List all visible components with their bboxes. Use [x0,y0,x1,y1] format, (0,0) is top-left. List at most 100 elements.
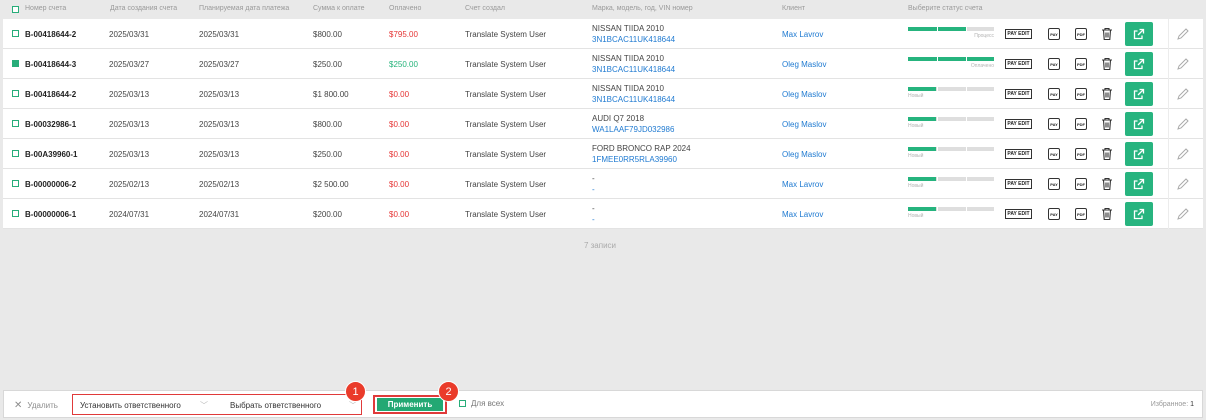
chevron-down-icon[interactable]: ﹀ [200,400,208,411]
pdf-icon[interactable]: PDF [1075,148,1087,160]
open-external-button[interactable] [1125,82,1153,106]
table-row[interactable]: B-00032986-1 2025/03/13 2025/03/13 $800.00 $… [3,109,1203,139]
status-selector[interactable]: Процесс [908,27,994,41]
trash-icon[interactable] [1101,147,1113,161]
pay-edit-button[interactable]: PAY EDIT [1005,149,1032,159]
pencil-icon[interactable] [1176,87,1190,101]
column-divider [1168,139,1169,169]
client-link[interactable]: Oleg Maslov [782,60,826,69]
pencil-icon[interactable] [1176,207,1190,221]
pay-icon[interactable]: PAY [1048,28,1060,40]
header-car[interactable]: Марка, модель, год, VIN номер [592,5,693,12]
row-checkbox[interactable] [12,120,19,127]
vin-link[interactable]: 3N1BCAC11UK418644 [592,65,675,74]
client-link[interactable]: Oleg Maslov [782,90,826,99]
vin-link[interactable]: 1FMEE0RR5RLA39960 [592,155,677,164]
open-external-button[interactable] [1125,202,1153,226]
status-selector[interactable]: Новый [908,177,994,191]
trash-icon[interactable] [1101,207,1113,221]
pay-icon[interactable]: PAY [1048,178,1060,190]
pdf-icon[interactable]: PDF [1075,58,1087,70]
pdf-icon[interactable]: PDF [1075,208,1087,220]
table-row[interactable]: B-00418644-2 2025/03/13 2025/03/13 $1 800.0… [3,79,1203,109]
header-num[interactable]: Номер счета [25,5,66,12]
pencil-icon[interactable] [1176,27,1190,41]
open-external-button[interactable] [1125,142,1153,166]
pay-icon[interactable]: PAY [1048,58,1060,70]
table-row[interactable]: B-00418644-2 2025/03/31 2025/03/31 $800.00 $… [3,19,1203,49]
status-selector[interactable]: Новый [908,147,994,161]
pencil-icon[interactable] [1176,117,1190,131]
open-external-button[interactable] [1125,112,1153,136]
pencil-icon[interactable] [1176,147,1190,161]
vin-link[interactable]: WA1LAAF79JD032986 [592,125,674,134]
trash-icon[interactable] [1101,117,1113,131]
select-all-checkbox[interactable] [12,6,19,13]
open-external-button[interactable] [1125,52,1153,76]
pay-edit-button[interactable]: PAY EDIT [1005,29,1032,39]
trash-icon[interactable] [1101,87,1113,101]
pdf-icon[interactable]: PDF [1075,178,1087,190]
status-selector[interactable]: Оплачено [908,57,994,71]
row-checkbox[interactable] [12,150,19,157]
pay-edit-button[interactable]: PAY EDIT [1005,179,1032,189]
table-row[interactable]: B-00000006-1 2024/07/31 2024/07/31 $200.00 $… [3,199,1203,229]
open-external-button[interactable] [1125,22,1153,46]
created-date: 2025/03/13 [109,150,150,159]
planned-date: 2025/03/27 [199,60,240,69]
vin-link[interactable]: 3N1BCAC11UK418644 [592,95,675,104]
vin-link[interactable]: 3N1BCAC11UK418644 [592,35,675,44]
table-row[interactable]: B-00000006-2 2025/02/13 2025/02/13 $2 500.0… [3,169,1203,199]
header-created[interactable]: Дата создания счета [110,5,177,12]
pencil-icon[interactable] [1176,57,1190,71]
table-body: B-00418644-2 2025/03/31 2025/03/31 $800.00 $… [3,19,1203,229]
client-link[interactable]: Oleg Maslov [782,120,826,129]
pay-edit-button[interactable]: PAY EDIT [1005,59,1032,69]
pdf-icon[interactable]: PDF [1075,28,1087,40]
header-status[interactable]: Выберите статус счета [908,5,983,12]
status-selector[interactable]: Новый [908,117,994,131]
client-link[interactable]: Max Lavrov [782,30,823,39]
delete-button[interactable]: ✕ Удалить [14,400,58,411]
status-step-divider [966,207,967,211]
pay-icon[interactable]: PAY [1048,88,1060,100]
for-all-checkbox[interactable] [459,400,466,408]
vin-link[interactable]: - [592,215,595,224]
header-sum[interactable]: Сумма к оплате [313,5,364,12]
for-all-option[interactable]: Для всех [459,399,504,408]
table-row[interactable]: B-00418644-3 2025/03/27 2025/03/27 $250.00 $… [3,49,1203,79]
client-link[interactable]: Max Lavrov [782,210,823,219]
header-paid[interactable]: Оплачено [389,5,421,12]
pencil-icon[interactable] [1176,177,1190,191]
header-client[interactable]: Клиент [782,5,805,12]
client-link[interactable]: Max Lavrov [782,180,823,189]
external-link-icon [1133,178,1145,190]
trash-icon[interactable] [1101,57,1113,71]
pay-icon[interactable]: PAY [1048,208,1060,220]
pay-icon[interactable]: PAY [1048,148,1060,160]
row-checkbox[interactable] [12,90,19,97]
set-responsible-select[interactable]: Установить ответственного [80,401,181,410]
status-selector[interactable]: Новый [908,87,994,101]
open-external-button[interactable] [1125,172,1153,196]
trash-icon[interactable] [1101,27,1113,41]
row-checkbox[interactable] [12,180,19,187]
vin-link[interactable]: - [592,185,595,194]
row-checkbox[interactable] [12,60,19,67]
table-row[interactable]: B-00A39960-1 2025/03/13 2025/03/13 $250.00 $… [3,139,1203,169]
choose-responsible-select[interactable]: Выбрать ответственного [230,401,321,410]
pay-icon[interactable]: PAY [1048,118,1060,130]
header-creator[interactable]: Счет создал [465,5,505,12]
status-selector[interactable]: Новый [908,207,994,221]
trash-icon[interactable] [1101,177,1113,191]
pdf-icon[interactable]: PDF [1075,88,1087,100]
row-checkbox[interactable] [12,210,19,217]
pay-edit-button[interactable]: PAY EDIT [1005,119,1032,129]
client-link[interactable]: Oleg Maslov [782,150,826,159]
pdf-icon[interactable]: PDF [1075,118,1087,130]
row-checkbox[interactable] [12,30,19,37]
apply-button[interactable]: Применить [377,398,443,411]
pay-edit-button[interactable]: PAY EDIT [1005,209,1032,219]
pay-edit-button[interactable]: PAY EDIT [1005,89,1032,99]
header-planned[interactable]: Планируемая дата платежа [199,5,289,12]
